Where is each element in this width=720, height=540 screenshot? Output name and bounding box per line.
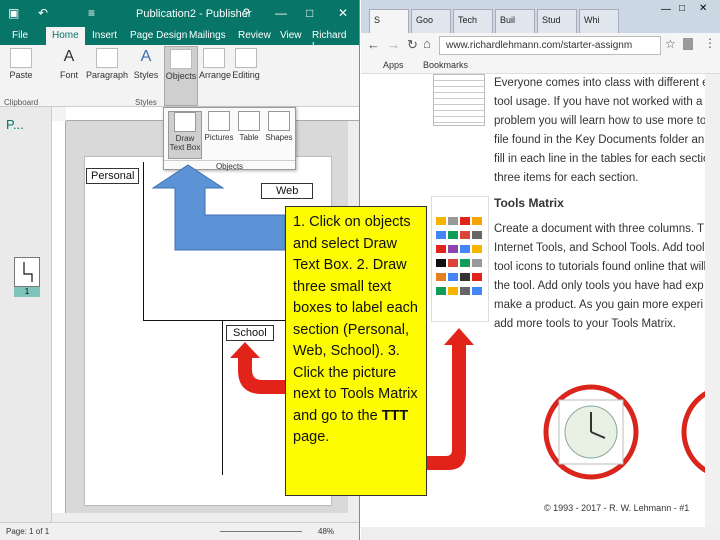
callout-end: page. bbox=[293, 429, 330, 445]
callout-text: 1. Click on objects and select Draw Text… bbox=[293, 214, 418, 424]
callout-bold: TTT bbox=[381, 407, 409, 424]
red-arrow-picture bbox=[427, 328, 474, 470]
instruction-callout: 1. Click on objects and select Draw Text… bbox=[285, 206, 427, 496]
red-arrow-school bbox=[230, 342, 286, 394]
screenshot-root: ▣ ↶ ≡ Publication2 - Publisher ? — □ ✕ F… bbox=[0, 0, 720, 540]
blue-arrow bbox=[151, 164, 286, 251]
